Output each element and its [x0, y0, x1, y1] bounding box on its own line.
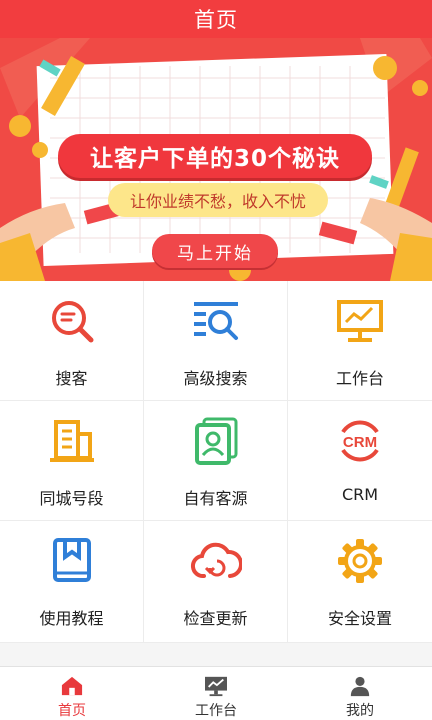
building-icon — [46, 415, 98, 467]
grid-item-crm[interactable]: CRM CRM — [288, 401, 432, 521]
grid-item-label: 搜客 — [55, 369, 88, 388]
nav-tab-label: 我的 — [346, 703, 374, 719]
grid-item-own-customers[interactable]: 自有客源 — [144, 401, 288, 521]
grid-item-label: 高级搜索 — [183, 369, 248, 388]
grid-item-advanced-search[interactable]: 高级搜索 — [144, 281, 288, 401]
search-customer-icon — [46, 295, 98, 347]
grid-item-label: CRM — [341, 485, 379, 504]
banner-subtitle: 让你业绩不愁，收入不忧 — [108, 183, 328, 217]
gear-icon — [334, 535, 386, 587]
nav-tab-label: 工作台 — [195, 703, 237, 719]
grid-item-label: 检查更新 — [183, 609, 248, 628]
grid-item-search-customer[interactable]: 搜客 — [0, 281, 144, 401]
grid-item-label: 使用教程 — [39, 609, 104, 628]
nav-tab-label: 首页 — [58, 703, 86, 719]
advanced-search-icon — [190, 295, 242, 347]
feature-grid: 搜客 高级搜索 工作台 同城号段 自有客源 CRM CRM 使用教程 检查更新 … — [0, 281, 432, 643]
workbench-monitor-icon — [334, 295, 386, 347]
page-title: 首页 — [194, 8, 238, 32]
app-screen: 首页 让客户下单的30个秘诀 让你业绩不愁，收入不忧 马上开始 搜客 高级搜索 … — [0, 0, 432, 720]
grid-item-label: 同城号段 — [39, 489, 104, 508]
nav-tab-home[interactable]: 首页 — [0, 667, 144, 720]
bottom-nav: 首页 工作台 我的 — [0, 666, 432, 720]
grid-item-tutorial[interactable]: 使用教程 — [0, 521, 144, 643]
nav-tab-mine[interactable]: 我的 — [288, 667, 432, 720]
crm-icon: CRM — [334, 415, 386, 467]
bookmark-book-icon — [46, 535, 98, 587]
banner-headline: 让客户下单的30个秘诀 — [58, 134, 372, 178]
grid-item-security-settings[interactable]: 安全设置 — [288, 521, 432, 643]
home-icon — [61, 676, 83, 696]
grid-item-workbench[interactable]: 工作台 — [288, 281, 432, 401]
grid-item-label: 工作台 — [335, 369, 384, 388]
top-bar: 首页 — [0, 0, 432, 38]
contacts-icon — [190, 415, 242, 467]
grid-item-local-number-segment[interactable]: 同城号段 — [0, 401, 144, 521]
grid-item-label: 自有客源 — [183, 489, 248, 508]
grid-item-check-update[interactable]: 检查更新 — [144, 521, 288, 643]
grid-item-label: 安全设置 — [327, 609, 392, 628]
user-icon — [350, 676, 370, 697]
workbench-icon — [205, 676, 227, 697]
nav-tab-workbench[interactable]: 工作台 — [144, 667, 288, 720]
start-now-button[interactable]: 马上开始 — [152, 234, 278, 268]
promo-banner[interactable]: 让客户下单的30个秘诀 让你业绩不愁，收入不忧 马上开始 — [0, 38, 432, 281]
svg-text:CRM: CRM — [343, 434, 377, 451]
cloud-refresh-icon — [190, 535, 242, 587]
